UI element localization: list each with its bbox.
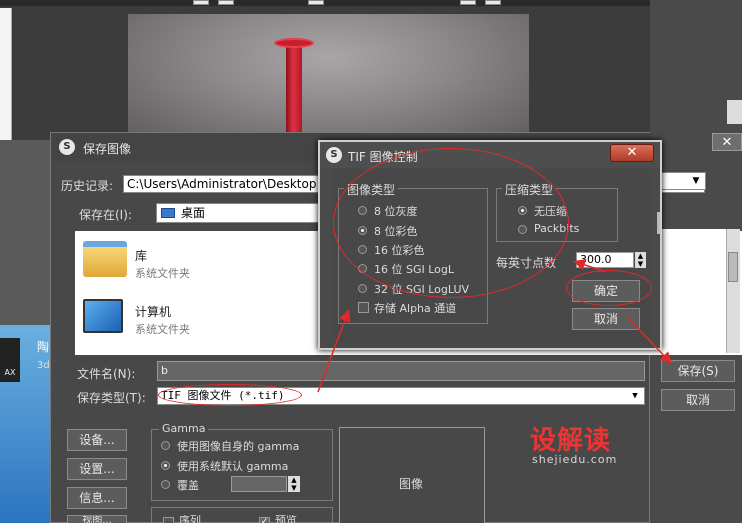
- watermark-logo: 设解读: [530, 426, 612, 456]
- arrow-to-save: [627, 317, 673, 365]
- annotation-arrows: [317, 259, 673, 393]
- arrow-to-dpi: [573, 259, 607, 273]
- watermark-url: shejiedu.com: [532, 453, 618, 466]
- arrow-filetype-to-tif: [317, 309, 351, 393]
